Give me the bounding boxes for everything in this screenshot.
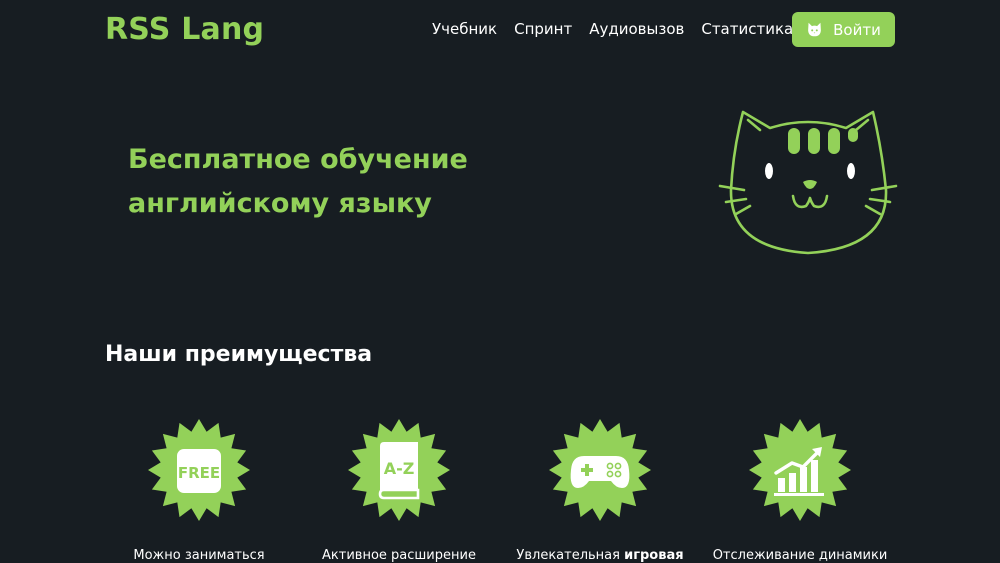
hero-title-bold: Бесплатное — [128, 144, 311, 175]
advantage-card-vocabulary: A-Z Активное расширение — [299, 418, 499, 563]
advantage-text-regular: Увлекательная — [516, 548, 625, 563]
advantage-text-regular: Активное расширение — [322, 548, 476, 563]
advantage-text: Отслеживание динамики — [700, 548, 900, 563]
dictionary-icon: A-Z — [348, 419, 450, 521]
chart-growth-icon — [749, 419, 851, 521]
advantage-card-free: FREE Можно заниматься — [99, 418, 299, 563]
advantage-card-progress: Отслеживание динамики — [700, 418, 900, 563]
nav-item-statistics[interactable]: Статистика — [701, 20, 793, 38]
logo[interactable]: RSS Lang — [105, 12, 264, 47]
advantage-text-regular: Можно заниматься — [133, 548, 265, 563]
free-badge-text: FREE — [178, 464, 220, 482]
advantage-text-regular: Отслеживание динамики — [712, 548, 888, 563]
nav-item-textbook[interactable]: Учебник — [432, 20, 497, 38]
page: RSS Lang Учебник Спринт Аудиовызов Стати… — [0, 0, 1000, 563]
advantage-text: Активное расширение — [299, 548, 499, 563]
advantages-title: Наши преимущества — [105, 342, 373, 367]
nav-item-sprint[interactable]: Спринт — [514, 20, 572, 38]
cat-icon — [808, 22, 822, 37]
advantage-text: Можно заниматься — [99, 548, 299, 563]
hero-title: Бесплатное обучение английскому языку — [128, 138, 548, 226]
cat-illustration-icon — [718, 110, 898, 255]
free-badge-icon: FREE — [148, 419, 250, 521]
login-button[interactable]: Войти — [792, 12, 895, 47]
gamepad-icon — [549, 419, 651, 521]
advantage-text: Увлекательная игровая — [500, 548, 700, 563]
main-nav: Учебник Спринт Аудиовызов Статистика — [432, 20, 810, 38]
advantage-card-game: Увлекательная игровая — [500, 418, 700, 563]
advantage-text-bold: игровая — [624, 548, 684, 563]
nav-item-audiocall[interactable]: Аудиовызов — [589, 20, 684, 38]
dictionary-badge-text: A-Z — [384, 459, 415, 478]
login-label: Войти — [833, 20, 881, 39]
